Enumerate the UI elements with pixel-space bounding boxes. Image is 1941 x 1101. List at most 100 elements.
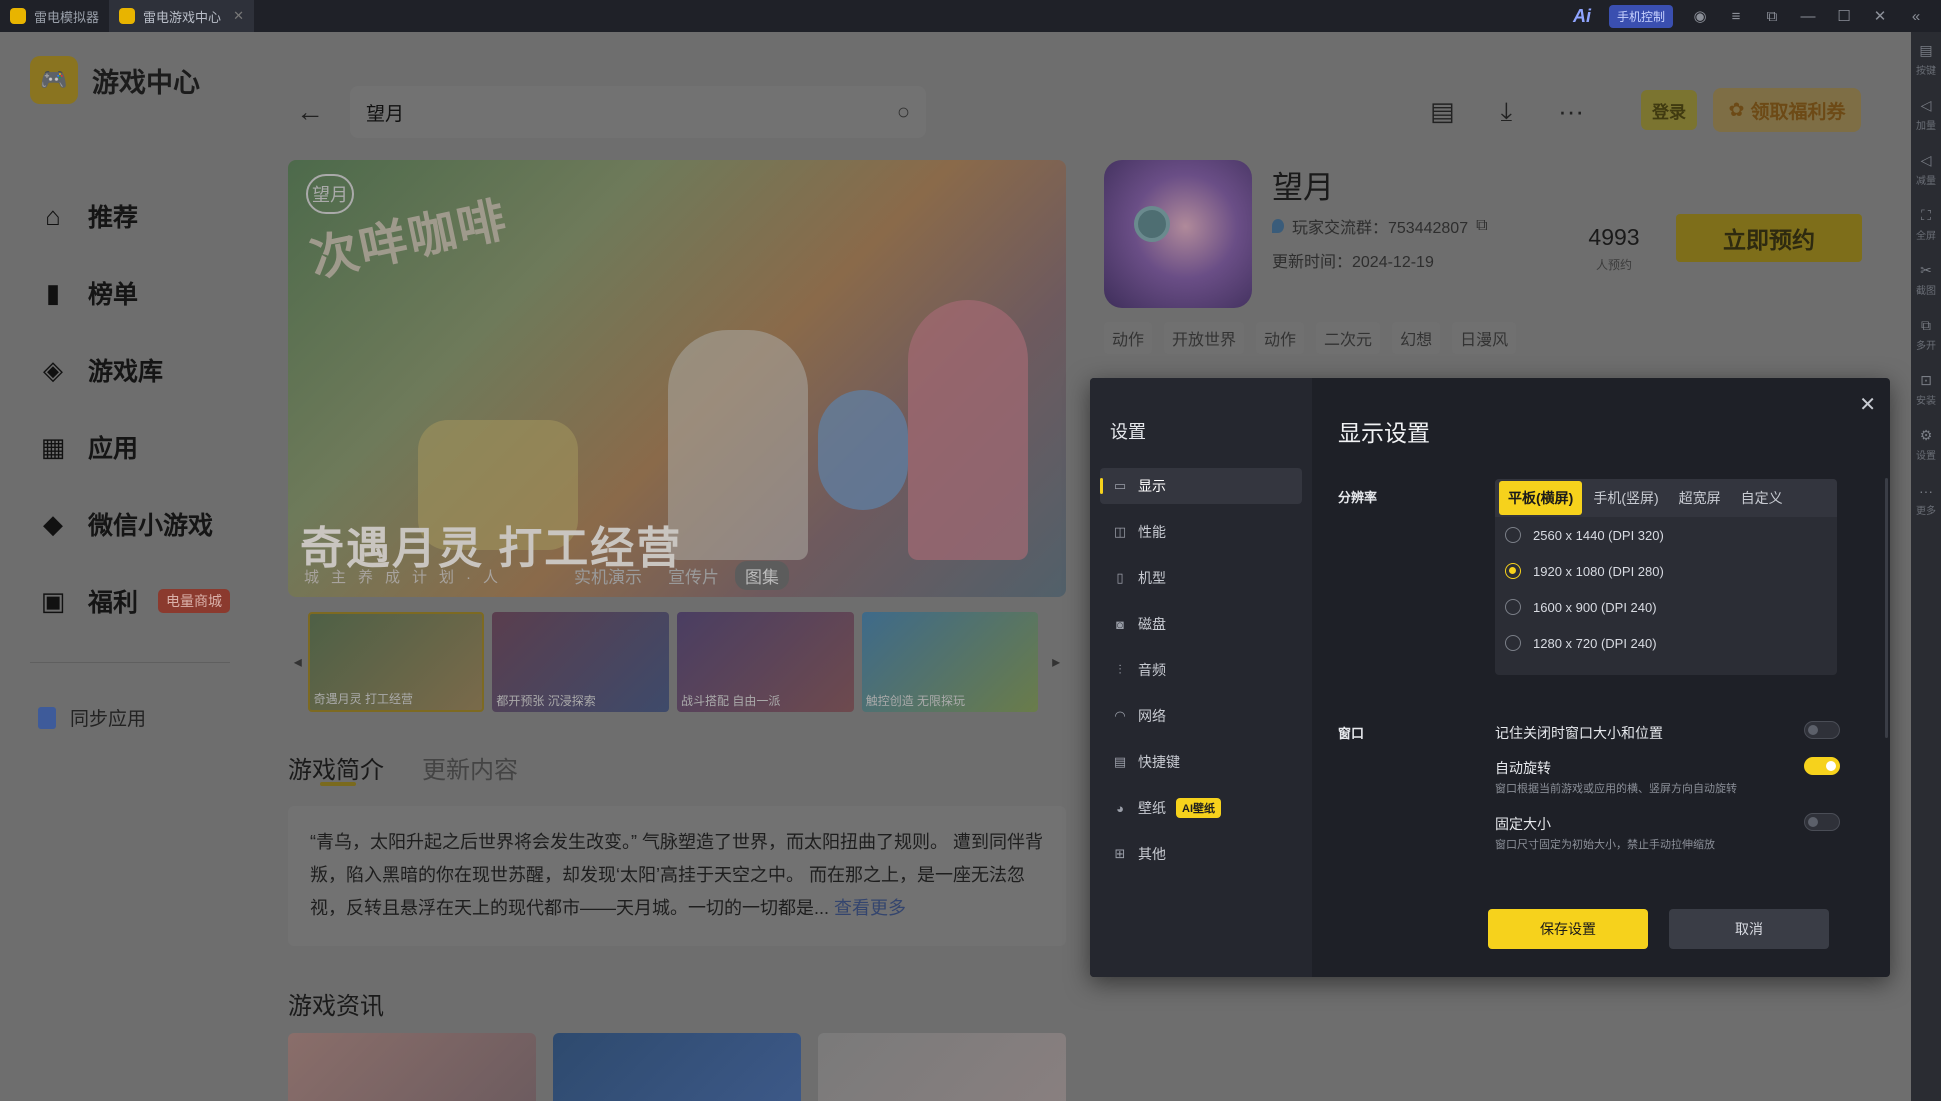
settings-item-shortcuts[interactable]: ▤ 快捷键	[1100, 744, 1302, 780]
settings-item-wallpaper[interactable]: ◕ 壁纸 AI壁纸	[1100, 790, 1302, 826]
sync-apps-button[interactable]: 同步应用	[38, 704, 146, 731]
tab-update[interactable]: 更新内容	[422, 750, 518, 785]
thumbnail[interactable]: 都开预张 沉浸探索	[492, 612, 670, 712]
settings-item-network[interactable]: ◠ 网络	[1100, 698, 1302, 734]
reserve-button[interactable]: 立即预约	[1676, 214, 1862, 262]
fixed-size-desc: 窗口尺寸固定为初始大小，禁止手动拉伸缩放	[1495, 839, 1715, 851]
settings-item-disk[interactable]: ◙ 磁盘	[1100, 606, 1302, 642]
account-icon[interactable]: ◉	[1691, 7, 1709, 25]
fixed-size-toggle[interactable]	[1804, 813, 1840, 831]
resolution-option[interactable]: 1920 x 1080 (DPI 280)	[1495, 553, 1837, 589]
tab-gallery[interactable]: 图集	[735, 561, 789, 590]
tab-intro[interactable]: 游戏简介	[288, 750, 384, 785]
screen-icon[interactable]: ⧉	[1763, 8, 1781, 25]
back-arrow-icon[interactable]: ←	[296, 96, 324, 128]
rail-label: 安装	[1916, 396, 1936, 407]
rail-multi[interactable]: ⧉ 多开	[1911, 307, 1941, 362]
rail-settings[interactable]: ⚙ 设置	[1911, 417, 1941, 472]
game-tag[interactable]: 幻想	[1392, 322, 1441, 354]
tab-ultrawide[interactable]: 超宽屏	[1670, 481, 1730, 515]
search-icon[interactable]: ○	[897, 99, 910, 125]
sidebar-item-ranking[interactable]: ▮ 榜单	[38, 254, 230, 331]
resolution-option[interactable]: 1280 x 720 (DPI 240)	[1495, 625, 1837, 661]
radio-button[interactable]	[1505, 527, 1521, 543]
next-arrow-icon[interactable]: ▸	[1046, 652, 1066, 672]
tab-tablet-landscape[interactable]: 平板(横屏)	[1499, 481, 1583, 515]
collapse-icon[interactable]: «	[1907, 8, 1925, 25]
settings-item-other[interactable]: ⊞ 其他	[1100, 836, 1302, 872]
settings-title: 显示设置	[1338, 420, 1430, 446]
rail-volume-down[interactable]: ◁ 减量	[1911, 142, 1941, 197]
thumbnail[interactable]: 战斗搭配 自由一派	[677, 612, 854, 712]
sidebar: 🎮 游戏中心 ⌂ 推荐 ▮ 榜单 ◈ 游戏库 ▦ 应用 ◆ 微信小游戏 ▣ 福利…	[0, 32, 260, 1101]
settings-item-device[interactable]: ▯ 机型	[1100, 560, 1302, 596]
game-tag[interactable]: 二次元	[1316, 322, 1381, 354]
gift-bag-icon: ✿	[1728, 99, 1745, 121]
tab-phone-portrait[interactable]: 手机(竖屏)	[1584, 481, 1667, 515]
game-name: 望月	[1272, 170, 1334, 205]
cancel-button[interactable]: 取消	[1669, 909, 1829, 949]
save-button[interactable]: 保存设置	[1488, 909, 1648, 949]
sidebar-item-welfare[interactable]: ▣ 福利 电量商城	[38, 562, 231, 639]
thumbnail[interactable]: 奇遇月灵 打工经营	[307, 612, 485, 712]
rail-install[interactable]: ⊡ 安装	[1911, 362, 1941, 417]
intro-text-box: “青乌，太阳升起之后世界将会发生改变。” 气脉塑造了世界，而太阳扭曲了规则。 遭…	[288, 806, 1066, 946]
close-icon[interactable]: ✕	[1859, 392, 1876, 417]
radio-button[interactable]	[1505, 635, 1521, 651]
minimize-icon[interactable]: —	[1799, 8, 1817, 25]
settings-item-performance[interactable]: ◫ 性能	[1100, 514, 1302, 550]
tab-custom[interactable]: 自定义	[1732, 481, 1792, 515]
keyboard-icon: ▤	[1113, 754, 1127, 769]
rail-more[interactable]: ··· 更多	[1911, 472, 1941, 527]
hero-banner[interactable]: 望月 次咩咖啡 奇遇月灵 打工经营 城主养成计划·人 实机演示 宣传片 图集	[288, 160, 1066, 597]
prev-arrow-icon[interactable]: ◂	[288, 652, 308, 672]
tab-game-center[interactable]: 雷电游戏中心 ✕	[109, 0, 255, 32]
more-icon[interactable]: ···	[1558, 96, 1584, 128]
menu-icon[interactable]: ≡	[1727, 8, 1745, 25]
sidebar-item-apps[interactable]: ▦ 应用	[38, 408, 230, 485]
game-tag[interactable]: 日漫风	[1452, 322, 1517, 354]
sidebar-item-library[interactable]: ◈ 游戏库	[38, 331, 230, 408]
download-icon[interactable]: ⤓	[1501, 96, 1513, 128]
phone-control-button[interactable]: 手机控制	[1608, 4, 1673, 28]
tab-close-icon[interactable]: ✕	[233, 8, 244, 24]
news-card[interactable]	[288, 1033, 536, 1101]
tab-gameplay-demo[interactable]: 实机演示	[564, 561, 652, 590]
palette-icon: ◕	[1116, 800, 1124, 816]
rail-fullscreen[interactable]: ⛶ 全屏	[1911, 197, 1941, 252]
game-tag[interactable]: 动作	[1256, 322, 1305, 354]
maximize-icon[interactable]: ☐	[1835, 7, 1853, 25]
resolution-option[interactable]: 2560 x 1440 (DPI 320)	[1495, 517, 1837, 553]
login-button[interactable]: 登录	[1641, 90, 1697, 130]
search-input[interactable]	[366, 101, 897, 123]
settings-item-display[interactable]: ▭ 显示	[1100, 468, 1302, 504]
calendar-icon[interactable]: ▤	[1430, 96, 1455, 128]
settings-item-audio[interactable]: ⫶ 音频	[1100, 652, 1302, 688]
game-tag[interactable]: 开放世界	[1164, 322, 1245, 354]
sidebar-item-label: 游戏库	[88, 357, 164, 386]
sidebar-item-recommend[interactable]: ⌂ 推荐	[38, 177, 230, 254]
radio-button[interactable]	[1505, 563, 1521, 579]
news-card[interactable]	[553, 1033, 801, 1101]
tab-trailer[interactable]: 宣传片	[658, 561, 729, 590]
rail-keymap[interactable]: ▤ 按键	[1911, 32, 1941, 87]
welfare-coupon-button[interactable]: ✿ 领取福利券	[1713, 88, 1861, 132]
radio-button[interactable]	[1505, 599, 1521, 615]
remember-window-toggle[interactable]	[1804, 721, 1840, 739]
thumbnail-label: 奇遇月灵 打工经营	[313, 692, 413, 706]
see-more-link[interactable]: 查看更多	[834, 898, 906, 918]
rail-screenshot[interactable]: ✂ 截图	[1911, 252, 1941, 307]
scrollbar[interactable]	[1885, 478, 1888, 738]
rail-volume-up[interactable]: ◁ 加量	[1911, 87, 1941, 142]
resolution-option[interactable]: 1600 x 900 (DPI 240)	[1495, 589, 1837, 625]
auto-rotate-toggle[interactable]	[1804, 757, 1840, 775]
sidebar-item-wechat-games[interactable]: ◆ 微信小游戏	[38, 485, 230, 562]
tab-ldplayer[interactable]: 雷电模拟器	[0, 0, 109, 32]
close-window-icon[interactable]: ✕	[1871, 7, 1889, 25]
thumbnail[interactable]: 触控创造 无限探玩	[861, 612, 1039, 712]
ai-button[interactable]: Ai	[1573, 6, 1591, 27]
game-tag[interactable]: 动作	[1104, 322, 1153, 354]
rail-label: 截图	[1916, 286, 1936, 297]
copy-icon[interactable]: ⧉	[1476, 217, 1487, 235]
news-card[interactable]	[818, 1033, 1066, 1101]
